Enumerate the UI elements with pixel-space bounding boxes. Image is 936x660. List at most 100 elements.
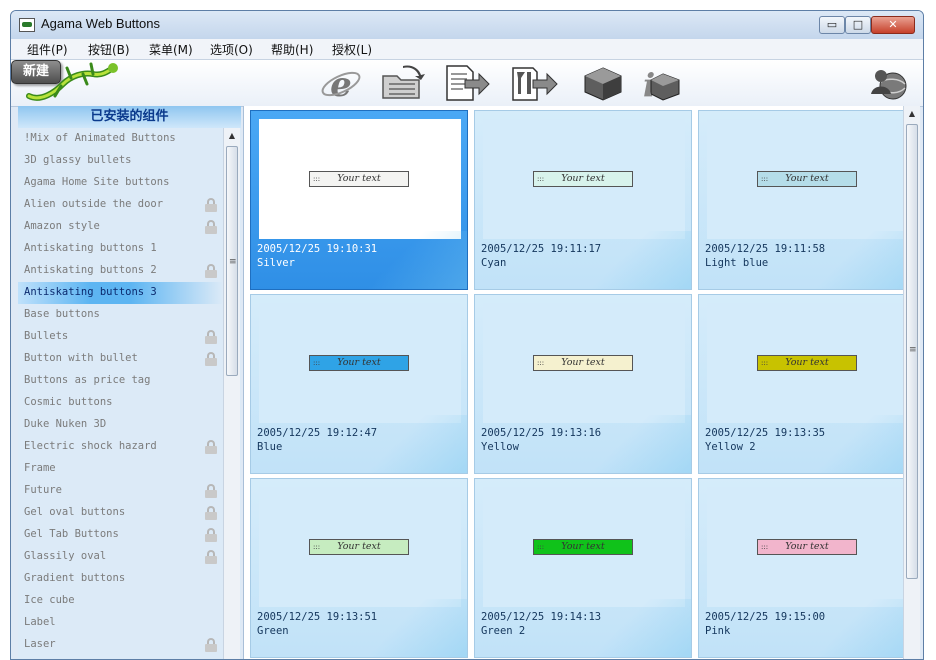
card-date: 2005/12/25 19:11:17 xyxy=(481,243,602,255)
title-bar[interactable]: Agama Web Buttons ▭ □ ✕ xyxy=(11,11,923,40)
menu-help[interactable]: 帮助(H) xyxy=(271,41,313,58)
open-folder-icon[interactable] xyxy=(375,64,427,102)
list-item[interactable]: Label xyxy=(18,612,223,634)
preview-area: Your text xyxy=(707,119,909,239)
list-item[interactable]: Alien outside the door xyxy=(18,194,223,216)
preview-area: Your text xyxy=(259,119,461,239)
card-date: 2005/12/25 19:14:13 xyxy=(481,611,602,623)
list-item[interactable]: Antiskating buttons 2 xyxy=(18,260,223,282)
button-preview-card[interactable]: Your text 2005/12/25 19:10:31 Silver xyxy=(250,110,468,290)
maximize-button[interactable]: □ xyxy=(845,16,871,34)
list-item[interactable]: Gel oval buttons xyxy=(18,502,223,524)
list-item[interactable]: Gel Tab Buttons xyxy=(18,524,223,546)
card-date: 2005/12/25 19:13:35 xyxy=(705,427,826,439)
list-item[interactable]: Duke Nuken 3D xyxy=(18,414,223,436)
button-preview-card[interactable]: Your text 2005/12/25 19:14:13 Green 2 xyxy=(474,478,692,658)
list-item[interactable]: Future xyxy=(18,480,223,502)
list-item[interactable]: 3D glassy bullets xyxy=(18,150,223,172)
info-icon[interactable]: i xyxy=(633,64,685,102)
svg-text:e: e xyxy=(330,65,352,102)
list-item[interactable]: Gradient buttons xyxy=(18,568,223,590)
list-item-label: Antiskating buttons 1 xyxy=(24,242,157,254)
list-item[interactable]: Frame xyxy=(18,458,223,480)
list-item[interactable]: Bullets xyxy=(18,326,223,348)
list-item[interactable]: Laser xyxy=(18,634,223,656)
button-preview-card[interactable]: Your text 2005/12/25 19:12:47 Blue xyxy=(250,294,468,474)
lock-icon xyxy=(205,352,217,366)
card-name: Pink xyxy=(705,625,731,637)
list-item[interactable]: Base buttons xyxy=(18,304,223,326)
component-list[interactable]: !Mix of Animated Buttons 3D glassy bullet… xyxy=(18,128,223,659)
card-name: Green xyxy=(257,625,289,637)
menu-bar: 组件(P) 按钮(B) 菜单(M) 选项(O) 帮助(H) 授权(L) xyxy=(11,39,923,60)
internet-explorer-icon[interactable]: e xyxy=(315,64,367,102)
lock-icon xyxy=(205,528,217,542)
component-list-scrollbar[interactable]: ▲ ≡ xyxy=(223,128,240,659)
lock-icon xyxy=(205,198,217,212)
toolbar: 新建 e i xyxy=(11,60,923,107)
list-item[interactable]: Cosmic buttons xyxy=(18,392,223,414)
menu-license[interactable]: 授权(L) xyxy=(332,41,372,58)
list-item[interactable]: Buttons as price tag xyxy=(18,370,223,392)
list-item[interactable]: Amazon style xyxy=(18,216,223,238)
button-preview-card[interactable]: Your text 2005/12/25 19:13:51 Green xyxy=(250,478,468,658)
scroll-up-arrow-icon[interactable]: ▲ xyxy=(904,106,920,122)
list-item[interactable]: Glassily oval xyxy=(18,546,223,568)
close-button[interactable]: ✕ xyxy=(871,16,915,34)
list-item-label: Bullets xyxy=(24,330,69,342)
list-item-label: 3D glassy bullets xyxy=(24,154,132,166)
cube-icon[interactable] xyxy=(577,64,629,102)
preview-area: Your text xyxy=(483,303,685,423)
preview-area: Your text xyxy=(707,487,909,607)
card-date: 2005/12/25 19:13:16 xyxy=(481,427,602,439)
list-item-label: Alien outside the door xyxy=(24,198,164,210)
user-globe-icon[interactable] xyxy=(867,64,913,102)
list-item[interactable]: Ice cube xyxy=(18,590,223,612)
button-preview-card[interactable]: Your text 2005/12/25 19:15:00 Pink xyxy=(698,478,916,658)
lock-icon xyxy=(205,440,217,454)
menu-menus[interactable]: 菜单(M) xyxy=(149,41,193,58)
card-name: Green 2 xyxy=(481,625,526,637)
sample-button: Your text xyxy=(309,171,409,187)
lock-icon xyxy=(205,638,217,652)
menu-buttons[interactable]: 按钮(B) xyxy=(88,41,130,58)
scroll-up-arrow-icon[interactable]: ▲ xyxy=(224,128,240,144)
scrollbar-thumb[interactable]: ≡ xyxy=(906,124,918,579)
card-date: 2005/12/25 19:11:58 xyxy=(705,243,826,255)
lock-icon xyxy=(205,484,217,498)
list-item[interactable]: Agama Home Site buttons xyxy=(18,172,223,194)
list-item-label: Glassily oval xyxy=(24,550,107,562)
card-name: Cyan xyxy=(481,257,507,269)
export-document-icon[interactable] xyxy=(439,64,491,102)
scrollbar-thumb[interactable]: ≡ xyxy=(226,146,238,376)
sample-button: Your text xyxy=(309,355,409,371)
button-preview-card[interactable]: Your text 2005/12/25 19:13:35 Yellow 2 xyxy=(698,294,916,474)
scrollbar-grip-icon: ≡ xyxy=(909,345,917,355)
menu-components[interactable]: 组件(P) xyxy=(27,41,68,58)
minimize-button[interactable]: ▭ xyxy=(819,16,845,34)
list-item[interactable]: Electric shock hazard xyxy=(18,436,223,458)
sample-button: Your text xyxy=(757,171,857,187)
scrollbar-grip-icon: ≡ xyxy=(229,257,237,267)
list-item-label: Base buttons xyxy=(24,308,100,320)
list-item-label: Ice cube xyxy=(24,594,75,606)
app-window: Agama Web Buttons ▭ □ ✕ 组件(P) 按钮(B) 菜单(M… xyxy=(10,10,924,660)
card-date: 2005/12/25 19:13:51 xyxy=(257,611,378,623)
preview-grid-scrollbar[interactable]: ▲ ≡ xyxy=(903,106,920,659)
button-preview-card[interactable]: Your text 2005/12/25 19:11:58 Light blue xyxy=(698,110,916,290)
installed-components-header: 已安装的组件 xyxy=(18,106,241,128)
list-item-label: Agama Home Site buttons xyxy=(24,176,170,188)
list-item-label: Duke Nuken 3D xyxy=(24,418,107,430)
list-item[interactable]: !Mix of Animated Buttons xyxy=(18,128,223,150)
button-preview-grid: Your text2005/12/25 19:10:31SilverYour t… xyxy=(243,106,916,659)
build-tool-icon[interactable] xyxy=(509,64,561,102)
lock-icon xyxy=(205,330,217,344)
list-item-label: Button with bullet xyxy=(24,352,138,364)
button-preview-card[interactable]: Your text 2005/12/25 19:11:17 Cyan xyxy=(474,110,692,290)
menu-options[interactable]: 选项(O) xyxy=(210,41,253,58)
card-date: 2005/12/25 19:12:47 xyxy=(257,427,378,439)
list-item[interactable]: Antiskating buttons 1 xyxy=(18,238,223,260)
list-item[interactable]: Antiskating buttons 3 xyxy=(18,282,223,304)
list-item[interactable]: Button with bullet xyxy=(18,348,223,370)
button-preview-card[interactable]: Your text 2005/12/25 19:13:16 Yellow xyxy=(474,294,692,474)
